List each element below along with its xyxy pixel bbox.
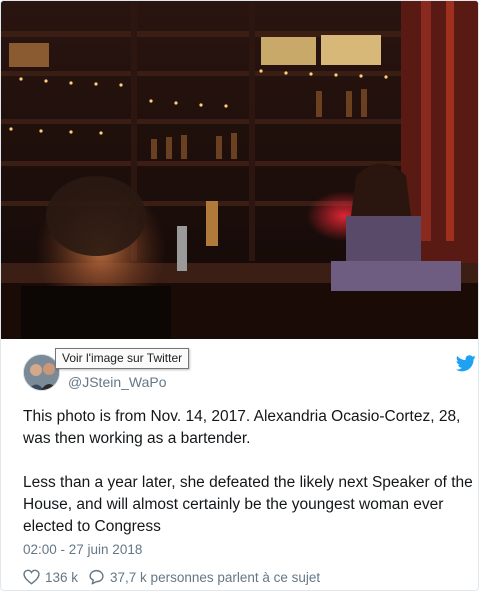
view-image-tooltip: Voir l'image sur Twitter [55,348,190,369]
conversation-count: 37,7 k personnes parlent à ce sujet [110,569,321,585]
tweet-timestamp[interactable]: 02:00 - 27 juin 2018 [23,541,142,559]
like-button[interactable]: 136 k [23,569,78,585]
tweet-photo[interactable] [1,1,478,339]
tweet-actions: 136 k 37,7 k personnes parlent à ce suje… [23,567,320,587]
speech-bubble-icon [89,569,104,585]
tweet-embed-card: Voir l'image sur Twitter @JStein_WaPo Th… [0,0,479,591]
conversation-button[interactable]: 37,7 k personnes parlent à ce sujet [88,569,320,585]
tweet-paragraph: Less than a year later, she defeated the… [23,474,473,535]
like-count: 136 k [45,569,79,585]
twitter-bird-icon[interactable] [456,355,476,372]
heart-icon [23,569,40,585]
author-handle[interactable]: @JStein_WaPo [68,373,167,391]
tweet-text: This photo is from Nov. 14, 2017. Alexan… [23,406,478,538]
bar-photo-image [1,1,478,339]
tweet-paragraph: This photo is from Nov. 14, 2017. Alexan… [23,408,461,447]
